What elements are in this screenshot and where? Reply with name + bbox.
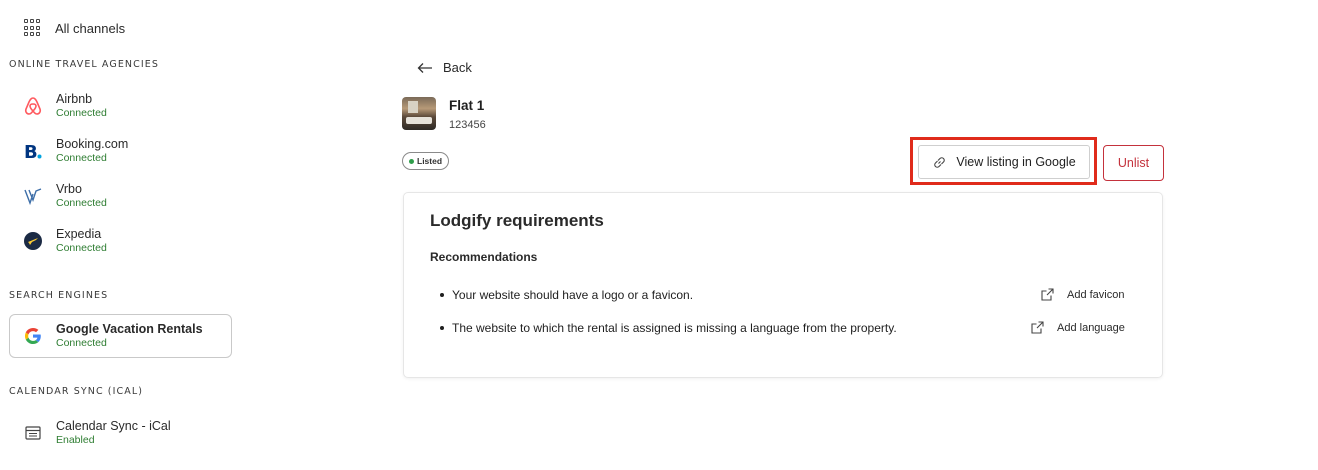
sidebar-item-airbnb[interactable]: Airbnb Connected [22, 92, 107, 120]
unlist-button[interactable]: Unlist [1103, 145, 1164, 181]
sidebar-item-expedia[interactable]: Expedia Connected [22, 227, 107, 255]
expedia-logo-icon [22, 230, 44, 252]
channel-name: Expedia [56, 227, 102, 241]
status-badge: Listed [402, 152, 450, 170]
svg-text:B: B [24, 142, 38, 161]
google-logo-icon [22, 325, 44, 347]
channel-status: Enabled [56, 434, 95, 446]
add-language-label: Add language [1057, 321, 1125, 334]
add-favicon-label: Add favicon [1067, 288, 1125, 301]
all-channels-link[interactable]: All channels [24, 19, 125, 37]
external-link-icon [1031, 321, 1044, 334]
section-heading-ota: ONLINE TRAVEL AGENCIES [9, 59, 160, 70]
channel-name: Google Vacation Rentals [56, 322, 203, 336]
arrow-left-icon [417, 62, 432, 73]
channel-name: Vrbo [56, 182, 82, 196]
link-icon [934, 156, 946, 168]
sidebar-item-google-vacation-rentals[interactable]: Google Vacation Rentals Connected [9, 314, 232, 358]
channel-status: Connected [56, 337, 107, 349]
all-channels-label: All channels [55, 20, 126, 36]
sidebar-item-vrbo[interactable]: Vrbo Connected [22, 182, 107, 210]
property-id: 123456 [449, 119, 486, 131]
channel-status: Connected [56, 197, 107, 209]
requirement-text: The website to which the rental is assig… [452, 321, 897, 335]
sidebar-item-booking[interactable]: B Booking.com Connected [22, 137, 128, 165]
requirement-text: Your website should have a logo or a fav… [452, 288, 694, 302]
view-listing-label: View listing in Google [956, 155, 1076, 169]
sidebar: All channels ONLINE TRAVEL AGENCIES Airb… [0, 0, 250, 470]
status-badge-label: Listed [417, 156, 443, 166]
external-link-icon [1041, 288, 1054, 301]
add-language-link[interactable]: Add language [1030, 320, 1125, 335]
channel-name: Airbnb [56, 92, 93, 106]
booking-logo-icon: B [22, 140, 44, 162]
view-listing-in-google-button[interactable]: View listing in Google [918, 145, 1090, 179]
card-title: Lodgify requirements [430, 211, 604, 230]
card-subtitle: Recommendations [430, 250, 538, 264]
channel-name: Calendar Sync - iCal [56, 419, 171, 433]
vrbo-logo-icon [22, 185, 44, 207]
property-thumbnail [402, 97, 436, 130]
sidebar-item-calendar-sync[interactable]: Calendar Sync - iCal Enabled [22, 419, 171, 447]
section-heading-search: SEARCH ENGINES [9, 290, 109, 301]
property-name: Flat 1 [449, 98, 485, 113]
airbnb-logo-icon [22, 95, 44, 117]
back-button[interactable]: Back [417, 60, 472, 75]
channel-name: Booking.com [56, 137, 129, 151]
add-favicon-link[interactable]: Add favicon [1040, 287, 1124, 302]
calendar-icon [22, 422, 44, 444]
requirement-item: The website to which the rental is assig… [440, 321, 897, 335]
channel-status: Connected [56, 107, 107, 119]
channel-status: Connected [56, 242, 107, 254]
section-heading-calendar: CALENDAR SYNC (ICAL) [9, 386, 144, 397]
requirement-item: Your website should have a logo or a fav… [440, 288, 693, 302]
back-label: Back [443, 60, 472, 75]
status-dot-icon [409, 158, 414, 164]
grid-icon [24, 19, 42, 37]
requirements-card: Lodgify requirements Recommendations You… [403, 192, 1163, 378]
channel-status: Connected [56, 152, 107, 164]
